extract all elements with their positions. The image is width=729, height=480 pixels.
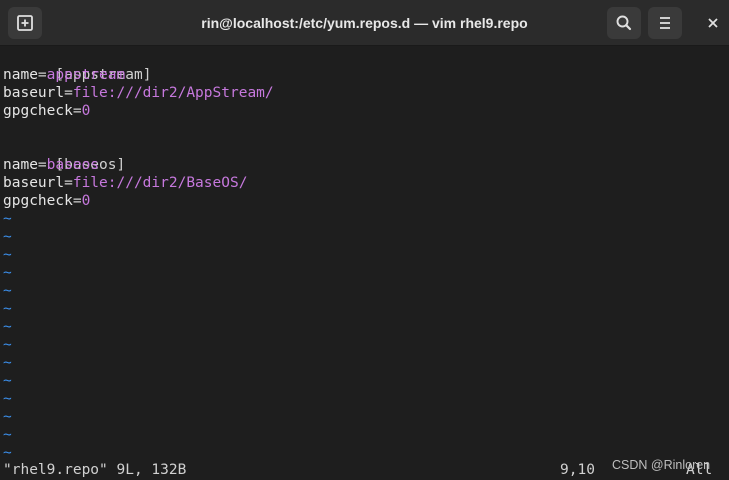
watermark: CSDN @Rinloren xyxy=(612,458,711,472)
hamburger-menu-icon xyxy=(660,17,670,29)
empty-line-tilde: ~ xyxy=(3,319,12,335)
empty-line-tilde: ~ xyxy=(3,283,12,299)
config-key: gpgcheck xyxy=(3,103,73,119)
config-value: file:///dir2/AppStream/ xyxy=(72,85,274,101)
config-key: name xyxy=(3,67,38,83)
equals-sign: = xyxy=(37,67,47,83)
close-button[interactable] xyxy=(697,7,727,39)
config-value: baseos xyxy=(46,157,100,173)
file-info: "rhel9.repo" 9L, 132B xyxy=(3,462,187,478)
empty-line-tilde: ~ xyxy=(3,301,12,317)
config-value: 0 xyxy=(81,103,91,119)
window-title: rin@localhost:/etc/yum.repos.d — vim rhe… xyxy=(201,15,528,31)
equals-sign: = xyxy=(72,103,82,119)
cursor-position: 9,10 xyxy=(560,462,595,478)
editor-line: baseurl=file:///dir2/AppStream/ xyxy=(3,84,274,102)
empty-line-tilde: ~ xyxy=(3,373,12,389)
new-tab-button[interactable] xyxy=(8,7,42,39)
terminal-window: rin@localhost:/etc/yum.repos.d — vim rhe… xyxy=(0,0,729,480)
equals-sign: = xyxy=(72,193,82,209)
terminal-content[interactable]: [appstream] name=appstream baseurl=file:… xyxy=(0,46,729,480)
empty-line-tilde: ~ xyxy=(3,229,12,245)
menu-button[interactable] xyxy=(648,7,682,39)
editor-line: name=baseos xyxy=(3,156,99,174)
config-key: baseurl xyxy=(3,175,65,191)
equals-sign: = xyxy=(37,157,47,173)
editor-line: [baseos] xyxy=(3,138,125,173)
search-icon xyxy=(616,15,632,31)
config-value: 0 xyxy=(81,193,91,209)
empty-line-tilde: ~ xyxy=(3,355,12,371)
empty-line-tilde: ~ xyxy=(3,265,12,281)
empty-line-tilde: ~ xyxy=(3,409,12,425)
config-key: name xyxy=(3,157,38,173)
titlebar: rin@localhost:/etc/yum.repos.d — vim rhe… xyxy=(0,0,729,46)
editor-line: gpgcheck=0 xyxy=(3,192,90,210)
config-value: appstream xyxy=(46,67,126,83)
editor-line: name=appstream xyxy=(3,66,125,84)
new-tab-icon xyxy=(17,15,33,31)
config-value: file:///dir2/BaseOS/ xyxy=(72,175,248,191)
equals-sign: = xyxy=(64,85,73,101)
editor-line: gpgcheck=0 xyxy=(3,102,90,120)
config-key: baseurl xyxy=(3,85,65,101)
empty-line-tilde: ~ xyxy=(3,337,12,353)
empty-line-tilde: ~ xyxy=(3,391,12,407)
empty-line-tilde: ~ xyxy=(3,427,12,443)
editor-line: [appstream] xyxy=(3,48,151,83)
empty-line-tilde: ~ xyxy=(3,247,12,263)
config-key: gpgcheck xyxy=(3,193,73,209)
empty-line-tilde: ~ xyxy=(3,211,12,227)
editor-line: baseurl=file:///dir2/BaseOS/ xyxy=(3,174,247,192)
close-icon xyxy=(708,18,718,28)
search-button[interactable] xyxy=(607,7,641,39)
equals-sign: = xyxy=(64,175,73,191)
empty-line-tilde: ~ xyxy=(3,445,12,461)
